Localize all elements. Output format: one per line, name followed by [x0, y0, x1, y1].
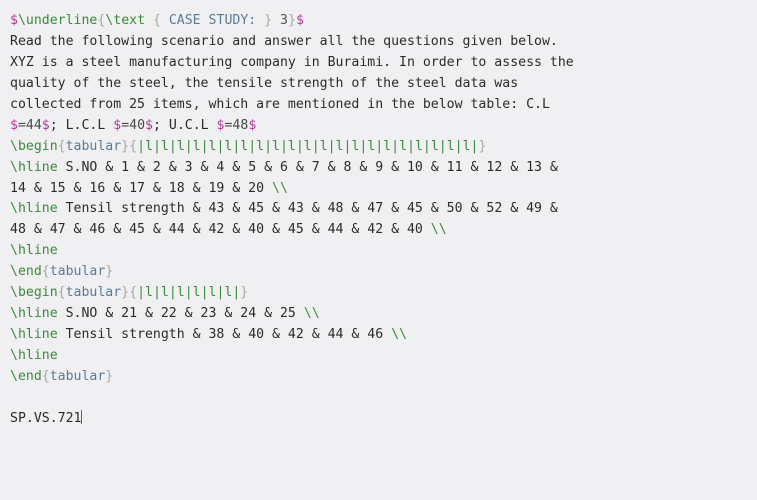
code-line[interactable] [10, 388, 757, 409]
code-token: =40 [121, 117, 146, 133]
code-token: \hline [10, 348, 58, 363]
code-token: S.NO & 1 & 2 & 3 & 4 & 5 & 6 & 7 & 8 & 9… [57, 159, 558, 175]
code-line[interactable]: XYZ is a steel manufacturing company in … [10, 53, 757, 74]
code-token: } [264, 13, 273, 28]
code-token: SP.VS.721 [10, 410, 82, 426]
code-token: tabular [49, 368, 106, 384]
code-token: tabular [49, 264, 106, 280]
code-token: 3 [272, 13, 288, 28]
code-token: S.NO & 21 & 22 & 23 & 24 & 25 [57, 306, 304, 322]
code-line[interactable]: SP.VS.721 [10, 409, 757, 430]
code-token: \begin [10, 138, 58, 154]
code-token: \hline [10, 327, 58, 343]
code-token: } [240, 285, 249, 301]
code-token: \\ [303, 306, 320, 322]
code-line[interactable]: Read the following scenario and answer a… [10, 32, 757, 53]
code-line[interactable]: \hline S.NO & 21 & 22 & 23 & 24 & 25 \\ [10, 304, 757, 325]
code-token: \end [10, 368, 42, 384]
code-token: tabular [65, 285, 122, 301]
code-token: } [105, 264, 114, 280]
code-line[interactable]: 14 & 15 & 16 & 17 & 18 & 19 & 20 \\ [10, 179, 757, 200]
code-token: $ [41, 117, 50, 133]
code-token: { [41, 368, 50, 384]
code-line[interactable]: \begin{tabular}{|l|l|l|l|l|l|l|l|l|l|l|l… [10, 137, 757, 158]
code-token: $ [10, 117, 18, 133]
code-token: } [105, 368, 114, 384]
code-token: tabular [65, 138, 122, 154]
code-token: XYZ is a steel manufacturing company in … [10, 54, 574, 70]
code-line[interactable]: $\underline{\text { CASE STUDY: } 3}$ [10, 11, 757, 32]
code-token: } [121, 138, 130, 154]
code-token: \\ [272, 180, 288, 196]
text-cursor [81, 409, 83, 424]
code-token: \hline [10, 201, 58, 217]
code-token: } [121, 285, 130, 301]
code-token: { [152, 13, 161, 28]
code-token: \begin [10, 285, 58, 301]
code-token: =48 [224, 117, 249, 133]
code-token: \hline [10, 159, 58, 175]
code-token: { [41, 264, 50, 280]
code-token: \underline [17, 13, 98, 28]
code-token: { [129, 138, 138, 154]
code-token: { [57, 285, 66, 301]
code-token: $ [10, 13, 18, 28]
code-line[interactable]: \end{tabular} [10, 367, 757, 388]
code-token: $ [248, 117, 257, 133]
code-token: \text [105, 13, 146, 28]
code-token: { [129, 285, 138, 301]
code-token: Read the following scenario and answer a… [10, 33, 558, 49]
code-token: 48 & 47 & 46 & 45 & 44 & 42 & 40 & 45 & … [10, 222, 431, 238]
code-line[interactable]: \hline S.NO & 1 & 2 & 3 & 4 & 5 & 6 & 7 … [10, 158, 757, 179]
code-token: \\ [391, 327, 407, 343]
code-token: } [287, 13, 296, 28]
code-token: \end [10, 264, 42, 280]
code-token: |l|l|l|l|l|l|l|l|l|l|l|l|l|l|l|l|l|l|l|l… [137, 138, 479, 154]
code-line[interactable]: \end{tabular} [10, 262, 757, 283]
code-line[interactable]: collected from 25 items, which are menti… [10, 95, 757, 116]
code-token: Tensil strength & 38 & 40 & 42 & 44 & 46 [57, 327, 392, 343]
code-token: } [478, 138, 487, 154]
code-line[interactable]: 48 & 47 & 46 & 45 & 44 & 42 & 40 & 45 & … [10, 220, 757, 241]
code-token: \hline [10, 306, 58, 322]
code-token: ; U.C.L [153, 117, 217, 133]
code-token: quality of the steel, the tensile streng… [10, 75, 519, 91]
code-line[interactable]: \hline [10, 346, 757, 367]
latex-source-editor[interactable]: $\underline{\text { CASE STUDY: } 3}$ Rea… [0, 0, 757, 500]
code-token: 14 & 15 & 16 & 17 & 18 & 19 & 20 [10, 180, 273, 196]
code-token: $ [295, 13, 304, 28]
code-line[interactable]: quality of the steel, the tensile streng… [10, 74, 757, 95]
code-token: $ [145, 117, 153, 133]
code-token: =44 [17, 117, 42, 133]
code-token: CASE STUDY: [160, 13, 265, 28]
code-line[interactable]: \hline Tensil strength & 38 & 40 & 42 & … [10, 325, 757, 346]
code-token: ; L.C.L [49, 117, 114, 133]
code-token: collected from 25 items, which are menti… [10, 96, 550, 112]
code-line[interactable]: $=44$; L.C.L $=40$; U.C.L $=48$ [10, 116, 757, 137]
code-token: \hline [10, 243, 58, 259]
code-line[interactable]: \hline Tensil strength & 43 & 45 & 43 & … [10, 199, 757, 220]
code-token: { [57, 138, 66, 154]
code-token: \\ [430, 222, 447, 238]
code-line[interactable]: \begin{tabular}{|l|l|l|l|l|l|} [10, 283, 757, 304]
code-token: |l|l|l|l|l|l| [137, 285, 241, 301]
code-token: Tensil strength & 43 & 45 & 43 & 48 & 47… [57, 201, 558, 217]
code-line[interactable]: \hline [10, 241, 757, 262]
